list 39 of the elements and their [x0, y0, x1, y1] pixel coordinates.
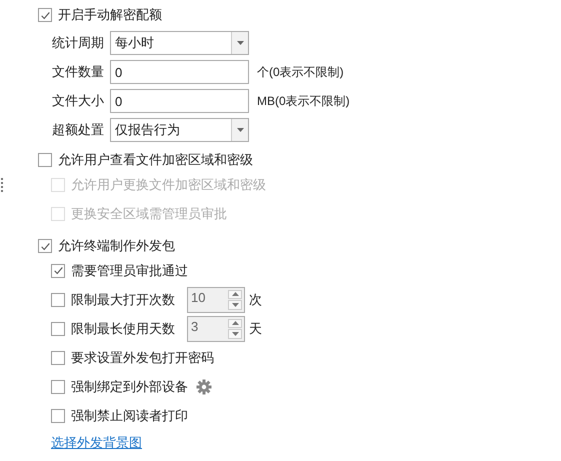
checkbox-label: 允许用户查看文件加密区域和密级 [58, 151, 253, 169]
checkbox-label: 更换安全区域需管理员审批 [71, 204, 227, 222]
checkbox[interactable] [38, 239, 52, 253]
checkbox[interactable] [51, 408, 65, 422]
checkbox-label: 需要管理员审批通过 [71, 262, 188, 280]
background-image-link[interactable]: 选择外发背景图 [51, 434, 142, 452]
drag-handle-icon[interactable] [1, 178, 4, 192]
dropdown[interactable]: 每小时 [110, 31, 249, 55]
number-spinner[interactable]: 3 [187, 316, 245, 342]
checkbox-label: 要求设置外发包打开密码 [71, 348, 214, 366]
checkbox[interactable] [51, 380, 65, 394]
checkbox[interactable] [51, 322, 65, 336]
dropdown[interactable]: 仅报告行为 [110, 118, 249, 142]
checkbox[interactable] [38, 153, 52, 167]
number-spinner[interactable]: 10 [187, 286, 245, 312]
field-label: 文件数量 [52, 63, 104, 81]
checkbox-label: 开启手动解密配额 [58, 6, 162, 24]
input-field[interactable]: 0 [110, 89, 249, 113]
caret-icon [236, 128, 244, 132]
checkbox-label: 强制绑定到外部设备 [71, 378, 188, 396]
settings-icon[interactable] [196, 378, 212, 394]
checkbox[interactable] [51, 292, 65, 306]
input-field[interactable]: 0 [110, 60, 249, 84]
field-label: 文件大小 [52, 92, 104, 110]
checkbox-label: 限制最长使用天数 [71, 320, 175, 338]
unit-label: 个(0表示不限制) [257, 64, 344, 80]
field-label: 超额处置 [52, 121, 104, 139]
unit-label: MB(0表示不限制) [257, 92, 350, 110]
checkbox[interactable] [38, 8, 52, 22]
caret-icon [236, 41, 244, 45]
checkbox[interactable] [51, 264, 65, 278]
checkbox[interactable] [51, 350, 65, 364]
checkbox-label: 允许终端制作外发包 [58, 237, 175, 255]
checkbox-label: 允许用户更换文件加密区域和密级 [71, 176, 266, 194]
field-label: 统计周期 [52, 34, 104, 52]
unit-label: 天 [249, 320, 262, 338]
checkbox-label: 强制禁止阅读者打印 [71, 406, 188, 424]
checkbox-label: 限制最大打开次数 [71, 290, 175, 308]
unit-label: 次 [249, 290, 262, 308]
